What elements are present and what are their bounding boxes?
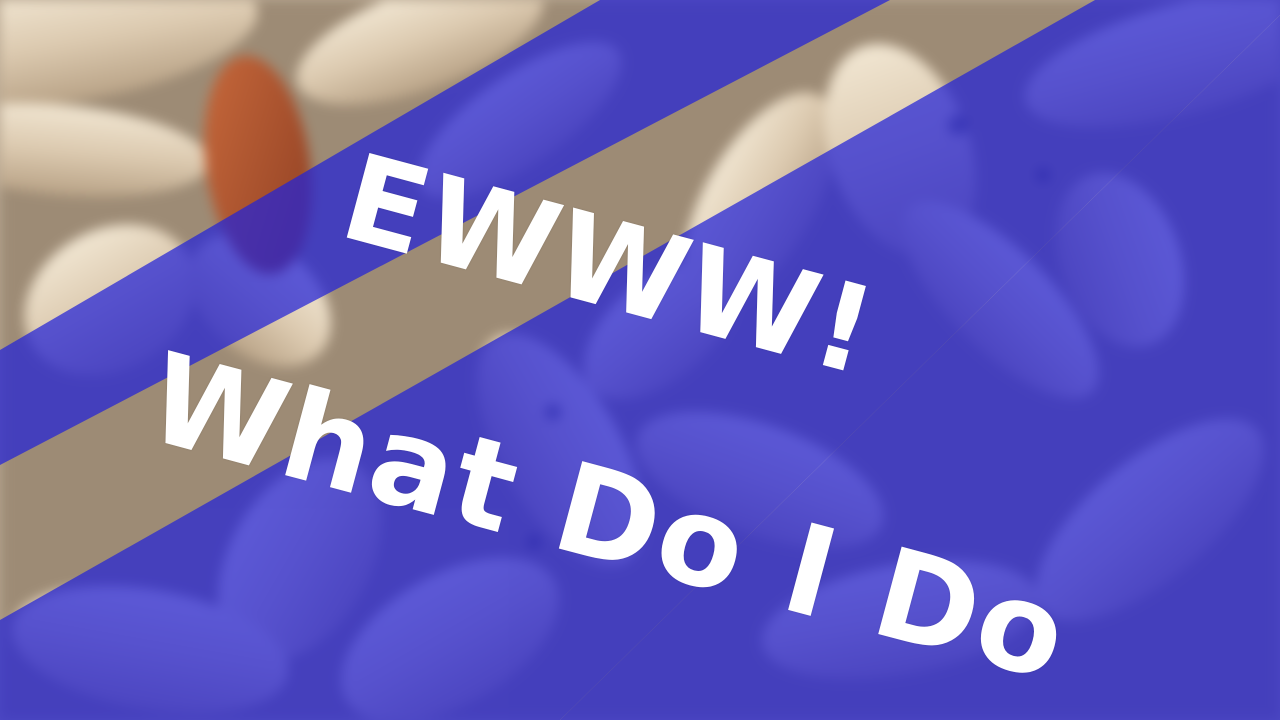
diagonal-bands-overlay <box>0 0 1280 720</box>
thumbnail: EWWW! What Do I Do <box>0 0 1280 720</box>
